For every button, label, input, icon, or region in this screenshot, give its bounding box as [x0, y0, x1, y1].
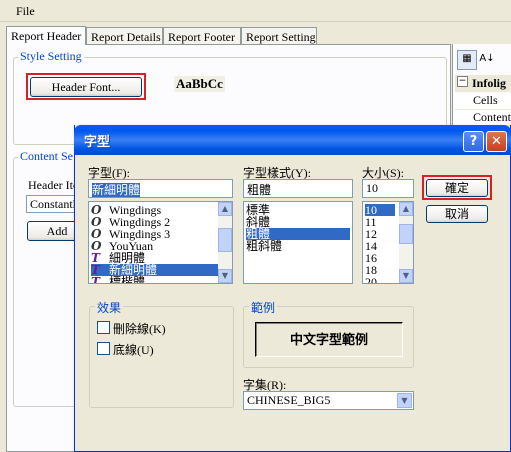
font-preview: 中文字型範例 — [255, 322, 403, 357]
font-list-scrollbar[interactable]: ▲ ▼ — [218, 202, 232, 283]
scroll-thumb[interactable] — [218, 228, 232, 252]
close-button[interactable]: ✕ — [486, 131, 507, 152]
font-size-input[interactable]: 10 — [362, 179, 414, 198]
scroll-thumb[interactable] — [399, 224, 413, 244]
font-list-item[interactable]: T 標楷體 — [91, 275, 218, 284]
dialog-titlebar[interactable] — [74, 125, 511, 155]
property-category[interactable]: − Infolig — [455, 75, 511, 92]
tab-report-setting[interactable]: Report Setting — [241, 27, 317, 44]
cancel-button[interactable]: 取消 — [426, 205, 488, 223]
header-font-button[interactable]: Header Font... — [30, 77, 142, 97]
property-row-label: Cells — [473, 93, 498, 107]
font-list[interactable]: O Wingdings O Wingdings 2 O Wingdings 3 O YouYu… — [88, 201, 233, 284]
scroll-up-icon[interactable]: ▲ — [218, 202, 232, 216]
ok-button[interactable]: 確定 — [426, 179, 488, 197]
property-row-label: Content — [473, 110, 511, 124]
sample-title: 範例 — [249, 299, 278, 316]
tab-report-footer[interactable]: Report Footer — [163, 27, 241, 44]
font-name-input[interactable]: 新細明體 — [88, 179, 233, 198]
underline-label[interactable]: 底線(U) — [113, 341, 154, 358]
property-row-cells[interactable]: Cells — [455, 93, 511, 110]
scroll-down-icon[interactable]: ▼ — [218, 269, 232, 283]
font-size-list[interactable]: 10 11 12 14 16 18 20 ▲ ▼ — [362, 201, 414, 284]
font-style-input[interactable]: 粗體 — [243, 179, 353, 198]
collapse-icon[interactable]: − — [457, 76, 468, 87]
size-list-scrollbar[interactable]: ▲ ▼ — [399, 202, 413, 283]
content-setting-title: Content Se — [18, 149, 75, 164]
strikeout-label[interactable]: 刪除線(K) — [113, 320, 166, 337]
chevron-down-icon[interactable]: ▼ — [397, 393, 412, 408]
font-style-list-item[interactable]: 粗斜體 — [246, 240, 350, 252]
script-select[interactable]: CHINESE_BIG5 ▼ — [243, 391, 414, 410]
font-style-list[interactable]: 標準 斜體 粗體 粗斜體 — [243, 201, 353, 284]
scroll-up-icon[interactable]: ▲ — [399, 202, 413, 216]
font-sample-text: AaBbCc — [174, 76, 225, 92]
alphabetical-icon[interactable]: A↓ — [477, 50, 497, 70]
style-setting-title: Style Setting — [18, 49, 84, 64]
font-size-list-item[interactable]: 20 — [365, 276, 395, 283]
tab-report-details[interactable]: Report Details — [86, 27, 163, 44]
menu-file[interactable]: File — [16, 4, 35, 19]
script-value: CHINESE_BIG5 — [247, 393, 331, 407]
property-grid-toolbar: ▦ A↓ — [455, 50, 511, 72]
scroll-down-icon[interactable]: ▼ — [399, 269, 413, 283]
effects-title: 效果 — [95, 299, 124, 316]
tab-report-header[interactable]: Report Header — [6, 26, 86, 45]
header-item-label: Header Ite — [28, 178, 79, 192]
underline-checkbox[interactable] — [97, 342, 110, 355]
help-button[interactable]: ? — [463, 131, 484, 152]
menu-bar: File — [0, 0, 511, 22]
strikeout-checkbox[interactable] — [97, 321, 110, 334]
font-name: 標楷體 — [109, 275, 146, 284]
font-name-value: 新細明體 — [92, 183, 141, 197]
categorized-icon[interactable]: ▦ — [457, 50, 477, 70]
truetype-font-icon: T — [91, 275, 100, 284]
dialog-title: 字型 — [84, 135, 111, 150]
property-category-label: Infolig — [472, 76, 507, 90]
